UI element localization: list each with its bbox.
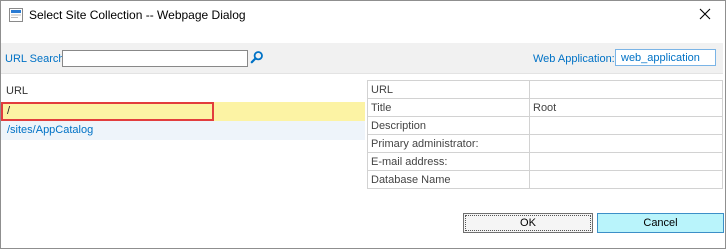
close-button[interactable]	[685, 1, 725, 29]
property-label: Database Name	[367, 170, 530, 189]
close-icon	[699, 8, 711, 23]
dialog-body: URL Search Web Application: web_applicat…	[1, 29, 725, 248]
title-bar[interactable]: Select Site Collection -- Webpage Dialog	[1, 1, 725, 29]
list-item-url: /	[7, 105, 11, 117]
table-row: Title Root	[367, 98, 723, 117]
property-label: Primary administrator:	[367, 134, 530, 153]
table-row: Primary administrator:	[367, 134, 723, 153]
table-row: URL	[367, 80, 723, 99]
site-properties-table: URL Title Root Description Primary admin…	[367, 80, 723, 189]
property-value	[529, 170, 723, 189]
search-toolbar: URL Search Web Application: web_applicat…	[1, 43, 723, 74]
url-search-label: URL Search	[5, 53, 65, 65]
property-value	[529, 80, 723, 99]
url-search-input[interactable]	[62, 50, 248, 67]
web-application-label: Web Application:	[533, 53, 615, 65]
web-application-selector[interactable]: web_application	[615, 49, 716, 66]
list-item-url: /sites/AppCatalog	[7, 124, 94, 136]
url-column-header: URL	[6, 85, 29, 97]
selection-highlight	[1, 102, 214, 121]
list-item[interactable]: /sites/AppCatalog	[1, 121, 365, 140]
dialog-title: Select Site Collection -- Webpage Dialog	[29, 8, 246, 22]
property-label: Title	[367, 98, 530, 117]
cancel-button[interactable]: Cancel	[597, 213, 724, 233]
property-value	[529, 152, 723, 171]
table-row: E-mail address:	[367, 152, 723, 171]
ok-button[interactable]: OK	[463, 213, 593, 233]
search-icon[interactable]	[250, 50, 264, 64]
property-label: Description	[367, 116, 530, 135]
table-row: Description	[367, 116, 723, 135]
property-label: URL	[367, 80, 530, 99]
table-row: Database Name	[367, 170, 723, 189]
list-item-selected[interactable]: /	[1, 102, 365, 121]
property-value	[529, 116, 723, 135]
property-value: Root	[529, 98, 723, 117]
dialog-window: Select Site Collection -- Webpage Dialog…	[0, 0, 726, 249]
property-label: E-mail address:	[367, 152, 530, 171]
property-value	[529, 134, 723, 153]
sharepoint-icon	[9, 8, 23, 22]
